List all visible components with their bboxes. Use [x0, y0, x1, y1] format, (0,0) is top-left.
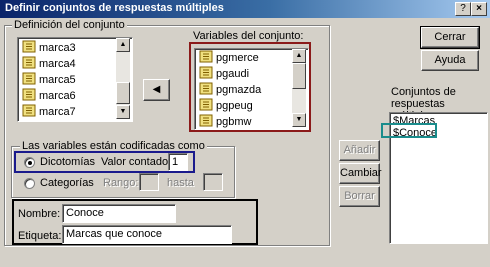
- variable-icon: [199, 82, 213, 95]
- categories-label: Categorías: [40, 177, 94, 189]
- help-icon[interactable]: ?: [455, 2, 471, 16]
- list-item[interactable]: marca3: [22, 40, 76, 56]
- scroll-thumb[interactable]: [292, 63, 306, 89]
- window-title: Definir conjuntos de respuestas múltiple…: [5, 2, 224, 14]
- scroll-up-icon[interactable]: ▲: [292, 49, 306, 63]
- label-field-label: Etiqueta:: [18, 230, 62, 242]
- range-label: Rango:: [103, 177, 139, 189]
- change-button[interactable]: Cambiar: [339, 163, 382, 184]
- list-item[interactable]: pgpeug: [199, 98, 253, 114]
- list-item[interactable]: marca4: [22, 56, 76, 72]
- range-from-input[interactable]: [139, 173, 159, 191]
- list-item[interactable]: pgaudi: [199, 66, 249, 82]
- variable-icon: [22, 56, 36, 69]
- variable-icon: [199, 66, 213, 79]
- counted-value-input[interactable]: 1: [168, 153, 188, 171]
- list-item[interactable]: marca6: [22, 88, 76, 104]
- counted-value-label: Valor contado:: [101, 156, 172, 168]
- scroll-down-icon[interactable]: ▼: [116, 105, 130, 119]
- close-icon[interactable]: ×: [471, 2, 487, 16]
- name-label: Nombre:: [18, 208, 61, 220]
- label-input[interactable]: Marcas que conoce: [62, 225, 232, 244]
- list-item[interactable]: pgmazda: [199, 82, 261, 98]
- through-label: hasta: [167, 177, 194, 189]
- set-list-scrollbar[interactable]: ▲ ▼: [292, 49, 306, 127]
- dichotomies-label: Dicotomías: [40, 156, 96, 168]
- scroll-down-icon[interactable]: ▼: [292, 113, 306, 127]
- variable-icon: [22, 72, 36, 85]
- list-item[interactable]: pgmerce: [199, 50, 259, 66]
- set-definition-group-label: Definición del conjunto: [12, 19, 127, 31]
- source-list-scrollbar[interactable]: ▲ ▼: [116, 38, 130, 119]
- range-to-input[interactable]: [203, 173, 223, 191]
- dichotomies-radio[interactable]: [24, 157, 35, 168]
- help-button[interactable]: Ayuda: [421, 50, 479, 71]
- set-variables-label: Variables del conjunto:: [193, 30, 304, 42]
- categories-radio[interactable]: [24, 178, 35, 189]
- add-button[interactable]: Añadir: [339, 140, 380, 161]
- list-item[interactable]: pgbmw: [199, 114, 251, 129]
- variable-icon: [22, 88, 36, 101]
- selected-set-highlight: [381, 123, 437, 138]
- variable-icon: [199, 98, 213, 111]
- close-button[interactable]: Cerrar: [420, 26, 480, 49]
- remove-button[interactable]: Borrar: [339, 186, 380, 207]
- scroll-thumb[interactable]: [116, 82, 130, 104]
- move-variable-button[interactable]: ◀: [143, 79, 170, 101]
- scroll-up-icon[interactable]: ▲: [116, 38, 130, 52]
- variable-icon: [22, 40, 36, 53]
- set-variable-list[interactable]: pgmerce pgaudi pgmazda pgpeug pgbmw pgni…: [194, 48, 309, 130]
- name-input[interactable]: Conoce: [62, 204, 176, 223]
- source-variable-list[interactable]: marca3 marca4 marca5 marca6 marca7 ▲ ▼: [17, 37, 133, 122]
- list-item[interactable]: marca5: [22, 72, 76, 88]
- variable-icon: [199, 50, 213, 63]
- variable-icon: [199, 114, 213, 127]
- variable-icon: [22, 104, 36, 117]
- list-item[interactable]: marca7: [22, 104, 76, 120]
